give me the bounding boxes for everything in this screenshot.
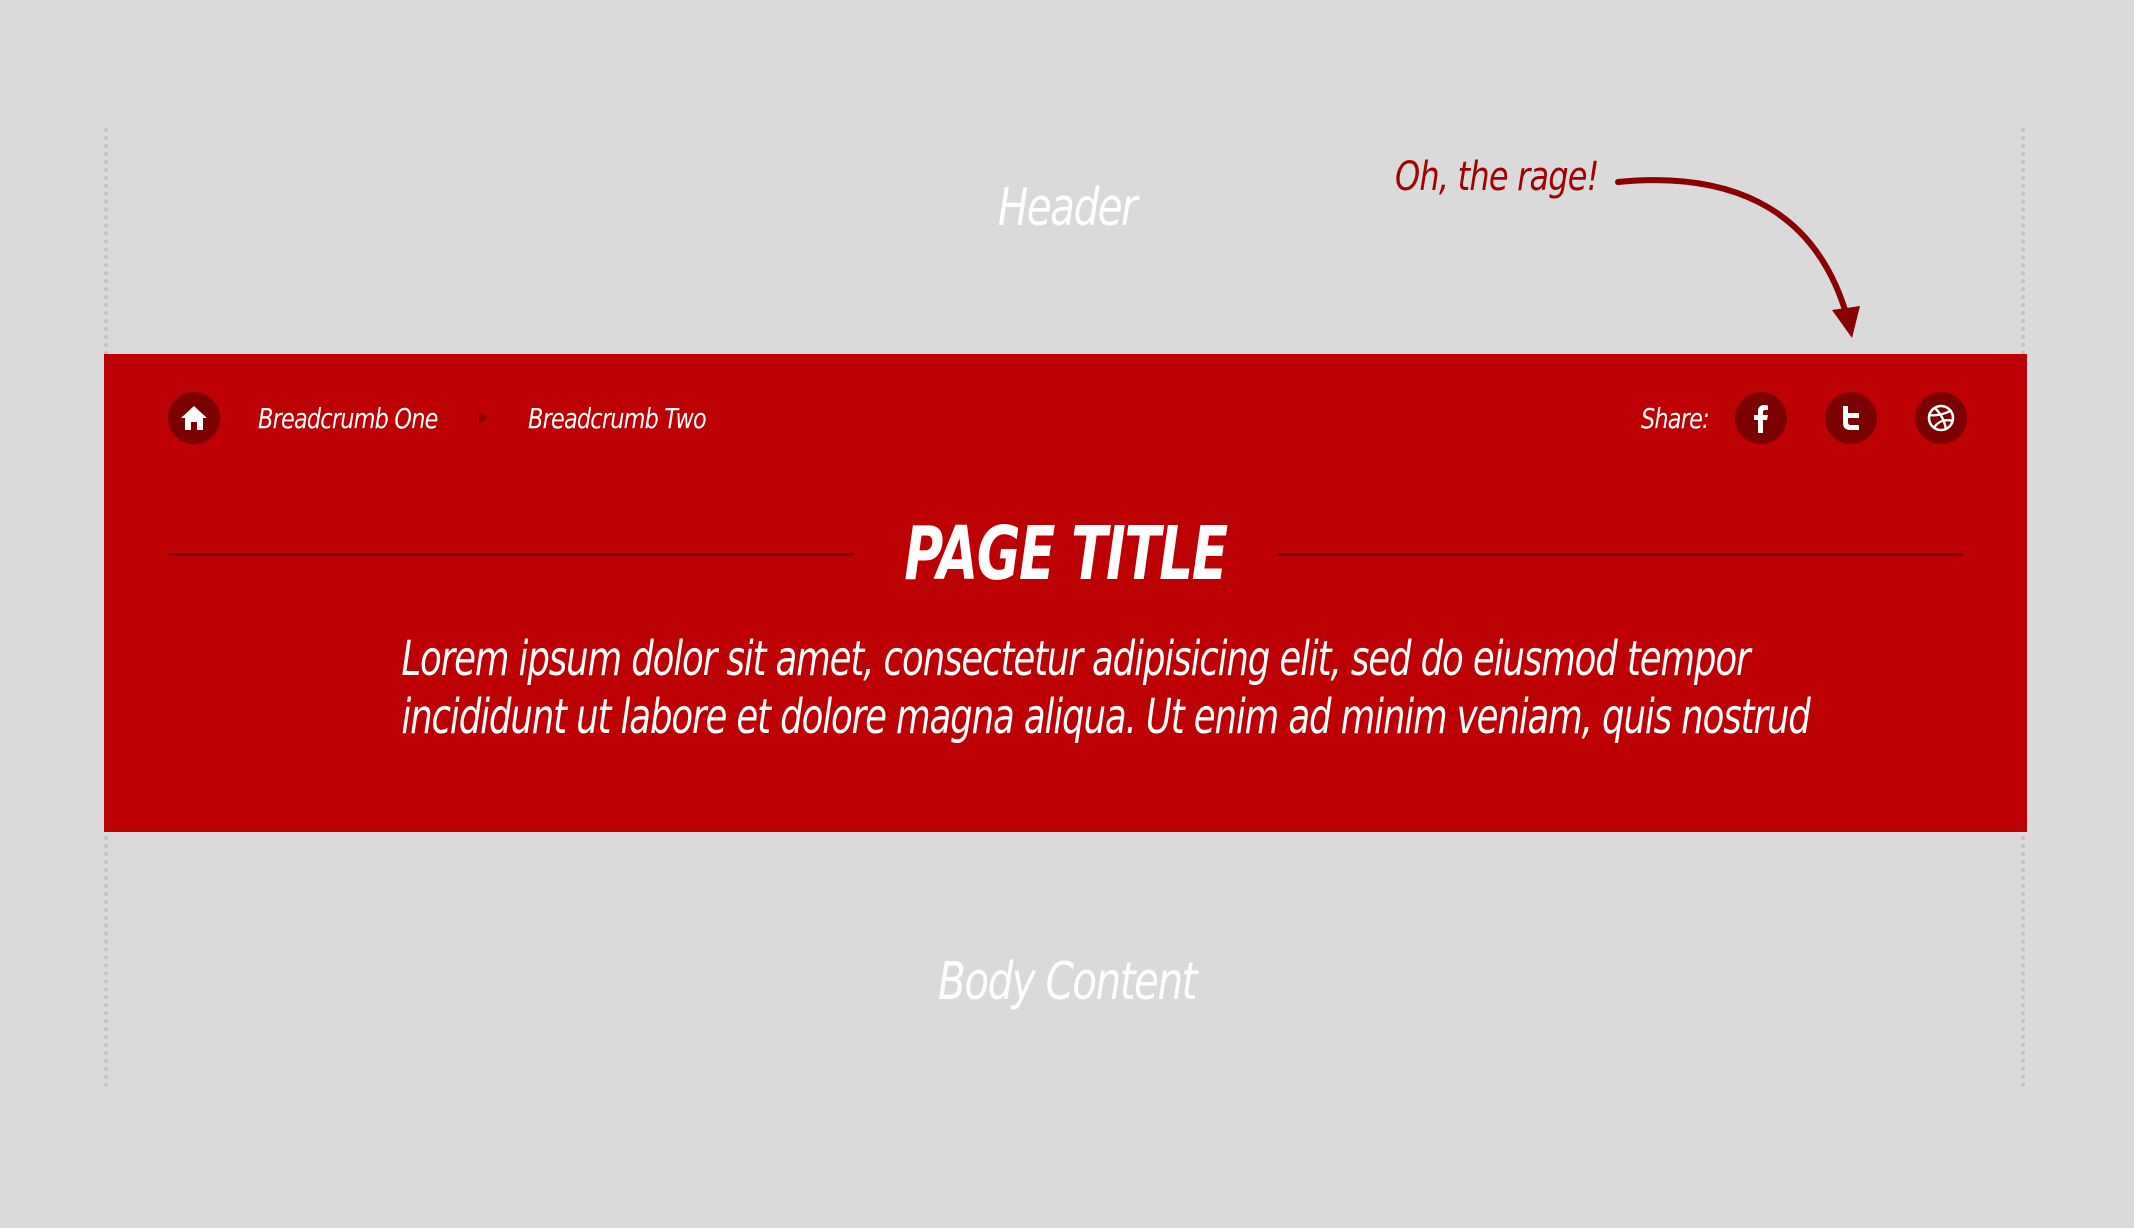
- page-title: PAGE TITLE: [904, 511, 1228, 597]
- page-header-band: Breadcrumb One Breadcrumb Two Share: PAG…: [104, 354, 2027, 832]
- page-title-row: PAGE TITLE: [168, 514, 1963, 594]
- breadcrumb-separator-icon: [478, 412, 488, 424]
- breadcrumb: Breadcrumb One Breadcrumb Two: [168, 390, 750, 446]
- description-line-2: incididunt ut labore et dolore magna ali…: [401, 689, 1811, 745]
- home-button[interactable]: [168, 392, 220, 444]
- breadcrumb-item-one[interactable]: Breadcrumb One: [258, 402, 438, 435]
- facebook-icon: [1754, 405, 1768, 433]
- annotation-text: Oh, the rage!: [1395, 154, 1599, 200]
- description-line-1: Lorem ipsum dolor sit amet, consectetur …: [401, 631, 1750, 687]
- dribbble-icon: [1927, 404, 1955, 432]
- dribbble-share-button[interactable]: [1915, 392, 1967, 444]
- twitter-share-button[interactable]: [1825, 392, 1877, 444]
- annotation-arrow-icon: [1615, 177, 1860, 338]
- share-bar: Share:: [1624, 390, 1967, 446]
- home-icon: [181, 406, 207, 430]
- share-label: Share:: [1641, 401, 1710, 435]
- twitter-icon: [1843, 406, 1859, 430]
- page-description: Lorem ipsum dolor sit amet, consectetur …: [401, 630, 1811, 746]
- breadcrumb-item-two[interactable]: Breadcrumb Two: [528, 402, 707, 435]
- facebook-share-button[interactable]: [1735, 392, 1787, 444]
- body-content-placeholder-label: Body Content: [938, 952, 1197, 1012]
